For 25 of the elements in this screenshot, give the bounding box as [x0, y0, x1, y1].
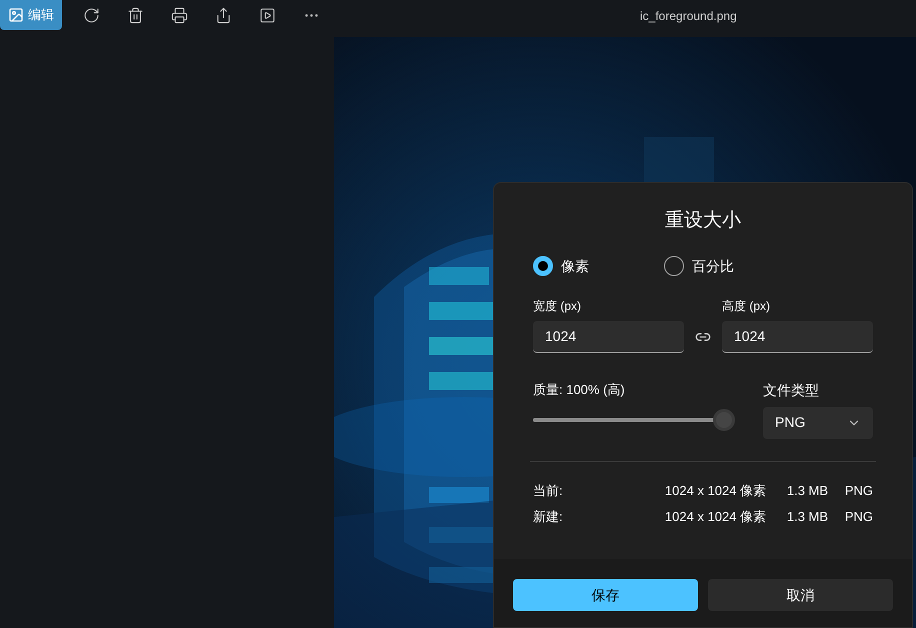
save-button[interactable]: 保存 [513, 579, 698, 611]
cancel-button[interactable]: 取消 [708, 579, 893, 611]
format-text: PNG [844, 482, 873, 500]
slider-thumb[interactable] [713, 409, 735, 431]
edit-image-icon [8, 7, 24, 23]
file-type-dropdown[interactable]: PNG [763, 406, 873, 438]
height-field[interactable]: 1024 [722, 320, 873, 352]
width-field[interactable]: 1024 [533, 320, 684, 352]
quality-label: 质量: 100% (高) [533, 380, 626, 399]
radio-option[interactable]: 百分比 [664, 256, 795, 276]
format-text: PNG [844, 508, 873, 526]
file-name: ic_foreground.png [640, 8, 737, 25]
dimensions-text: 1024 x 1024 像素 [664, 508, 768, 526]
edit-button[interactable]: 编辑 [0, 0, 62, 30]
quality-slider[interactable] [533, 409, 735, 431]
file-type-label: 文件类型 [763, 380, 820, 400]
info-label: 当前: [533, 482, 564, 500]
info-label: 新建: [533, 508, 564, 526]
dimensions-text: 1024 x 1024 像素 [664, 482, 768, 500]
field-label: 高度 (px) [722, 298, 771, 314]
field-label: 宽度 (px) [533, 298, 582, 314]
size-text: 1.3 MB [786, 508, 830, 526]
size-text: 1.3 MB [786, 482, 830, 500]
radio-option[interactable]: 像素 [533, 256, 664, 276]
dialog-title: 重设大小 [664, 209, 742, 233]
